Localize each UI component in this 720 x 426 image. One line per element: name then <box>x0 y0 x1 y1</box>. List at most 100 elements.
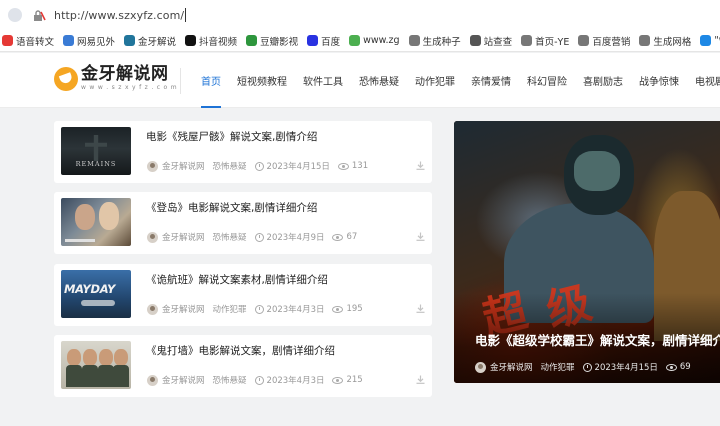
clock-icon <box>582 362 592 372</box>
article-card[interactable]: REMAINS 电影《残屋尸骸》解说文案,剧情介绍金牙解说网 恐怖悬疑 2023年4月… <box>54 121 432 183</box>
eye-icon <box>332 233 344 241</box>
bookmark-item[interactable]: 语音转文 <box>2 34 54 48</box>
clock-icon <box>254 161 264 171</box>
globe-icon <box>639 35 651 46</box>
article-views: 215 <box>346 375 363 385</box>
nav-label: 恐怖悬疑 <box>359 77 399 88</box>
netease-icon <box>63 35 75 46</box>
nav-item[interactable]: 战争惊悚 <box>639 53 679 108</box>
article-category[interactable]: 动作犯罪 <box>213 303 247 315</box>
bookmark-item[interactable]: "www.fe <box>700 35 720 46</box>
baidu-icon <box>307 35 319 46</box>
nav-item[interactable]: 电视剧文案∨ <box>695 53 720 108</box>
featured-category[interactable]: 动作犯罪 <box>541 361 575 373</box>
article-thumbnail[interactable]: MAYDAY <box>61 270 131 318</box>
nav-item[interactable]: 软件工具 <box>303 53 343 108</box>
nav-item[interactable]: 科幻冒险 <box>527 53 567 108</box>
nav-item[interactable]: 短视频教程 <box>237 53 287 108</box>
bookmark-label: 百度营销 <box>592 36 631 48</box>
article-thumbnail[interactable] <box>61 198 131 246</box>
article-author[interactable]: 金牙解说网 <box>162 374 205 386</box>
bookmark-label: 生成种子 <box>422 36 461 48</box>
bookmark-item[interactable]: 抖音视频 <box>185 34 237 48</box>
featured-author[interactable]: 金牙解说网 <box>490 361 533 373</box>
article-title[interactable]: 《登岛》电影解说文案,剧情详细介绍 <box>146 200 317 215</box>
clock-icon <box>254 375 264 385</box>
not-secure-icon[interactable] <box>32 8 46 22</box>
speech-icon <box>2 35 13 46</box>
bookmark-label: 生成网格 <box>653 36 692 48</box>
main-nav: 首页 短视频教程 软件工具 恐怖悬疑 动作犯罪 亲情爱情 科幻冒险 喜剧励志 战争惊悚 电视剧文案… <box>201 53 720 108</box>
article-card[interactable]: MAYDAY 《诡航班》解说文案素材,剧情详细介绍金牙解说网 动作犯罪 2023年4月… <box>54 264 432 326</box>
article-author[interactable]: 金牙解说网 <box>162 303 205 315</box>
download-icon[interactable] <box>416 232 425 241</box>
douban-icon <box>246 35 258 46</box>
featured-slide[interactable]: 超 级 电影《超级学校霸王》解说文案，剧情详细介 金牙解说网 动作犯罪 2023… <box>454 121 720 383</box>
bookmark-item[interactable]: 网易见外 <box>63 34 115 48</box>
article-meta: 金牙解说网 动作犯罪 2023年4月3日 195 <box>147 303 363 315</box>
nav-item[interactable]: 喜剧励志 <box>583 53 623 108</box>
bookmark-label: 百度 <box>321 36 341 48</box>
globe-icon <box>521 35 533 46</box>
site-logo[interactable]: 金牙解说网 w w w . s z x y f z . c o m <box>54 66 177 91</box>
site-info-icon[interactable] <box>8 8 22 22</box>
article-meta: 金牙解说网 恐怖悬疑 2023年4月9日 67 <box>147 231 357 243</box>
article-author[interactable]: 金牙解说网 <box>162 160 205 172</box>
article-thumbnail[interactable]: REMAINS <box>61 127 131 175</box>
nav-label: 短视频教程 <box>237 77 287 88</box>
clock-icon <box>254 304 264 314</box>
article-card[interactable]: 《鬼打墙》电影解说文案，剧情详细介绍金牙解说网 恐怖悬疑 2023年4月3日 215 <box>54 335 432 397</box>
article-title[interactable]: 《鬼打墙》电影解说文案，剧情详细介绍 <box>146 343 335 358</box>
article-meta: 金牙解说网 恐怖悬疑 2023年4月3日 215 <box>147 374 363 386</box>
bookmark-label: 语音转文 <box>16 36 55 48</box>
featured-title[interactable]: 电影《超级学校霸王》解说文案，剧情详细介 <box>475 330 720 349</box>
bookmark-item[interactable]: 金牙解说 <box>124 34 176 48</box>
author-avatar <box>147 231 158 243</box>
bookmark-label: 金牙解说 <box>138 36 177 48</box>
eye-icon <box>337 162 349 170</box>
article-title[interactable]: 电影《残屋尸骸》解说文案,剧情介绍 <box>146 129 317 144</box>
article-author[interactable]: 金牙解说网 <box>162 231 205 243</box>
nav-label: 首页 <box>201 77 221 88</box>
featured-meta: 金牙解说网 动作犯罪 2023年4月15日 69 <box>475 361 691 373</box>
bookmark-label: www.zg <box>363 35 400 46</box>
bookmark-item[interactable]: 站查查 <box>469 34 513 48</box>
bookmark-label: "www.fe <box>714 35 720 46</box>
url-input[interactable]: http://www.szxyfz.com/ <box>54 9 184 22</box>
article-category[interactable]: 恐怖悬疑 <box>213 231 247 243</box>
bookmark-label: 首页-YE <box>535 36 570 48</box>
bookmark-item[interactable]: 豆瓣影视 <box>246 34 298 48</box>
bookmark-item[interactable]: 百度 <box>307 34 340 48</box>
site-icon <box>349 35 361 46</box>
nav-item[interactable]: 恐怖悬疑 <box>359 53 399 108</box>
browser-address-bar: http://www.szxyfz.com/ <box>0 0 720 30</box>
author-avatar <box>147 160 158 172</box>
bookmark-item[interactable]: 首页-YE <box>521 34 569 48</box>
nav-item[interactable]: 动作犯罪 <box>415 53 455 108</box>
download-icon[interactable] <box>416 161 425 170</box>
author-avatar <box>147 303 158 315</box>
bookmark-label: 站查查 <box>483 36 513 48</box>
nav-item[interactable]: 亲情爱情 <box>471 53 511 108</box>
article-thumbnail[interactable] <box>61 341 131 389</box>
article-views: 131 <box>351 161 369 171</box>
bookmark-item[interactable]: 生成种子 <box>408 34 461 48</box>
bookmark-item[interactable]: 百度营销 <box>578 34 630 48</box>
article-category[interactable]: 恐怖悬疑 <box>213 374 247 386</box>
bookmark-item[interactable]: 生成网格 <box>639 34 691 48</box>
article-views: 67 <box>346 232 358 242</box>
article-card[interactable]: 《登岛》电影解说文案,剧情详细介绍金牙解说网 恐怖悬疑 2023年4月9日 67 <box>54 192 432 254</box>
download-icon[interactable] <box>416 375 425 384</box>
logo-title: 金牙解说网 <box>81 64 169 84</box>
bookmark-item[interactable]: www.zg <box>349 35 400 46</box>
article-views: 195 <box>346 304 363 314</box>
eye-icon <box>332 305 344 313</box>
article-category[interactable]: 恐怖悬疑 <box>213 160 247 172</box>
article-title[interactable]: 《诡航班》解说文案素材,剧情详细介绍 <box>146 272 328 287</box>
article-meta: 金牙解说网 恐怖悬疑 2023年4月15日 131 <box>147 160 368 172</box>
nav-item[interactable]: 首页 <box>201 53 221 108</box>
nav-label: 战争惊悚 <box>639 77 679 88</box>
download-icon[interactable] <box>416 304 425 313</box>
featured-views: 69 <box>679 362 691 372</box>
site-header: 金牙解说网 w w w . s z x y f z . c o m 首页 短视频教… <box>0 53 720 108</box>
